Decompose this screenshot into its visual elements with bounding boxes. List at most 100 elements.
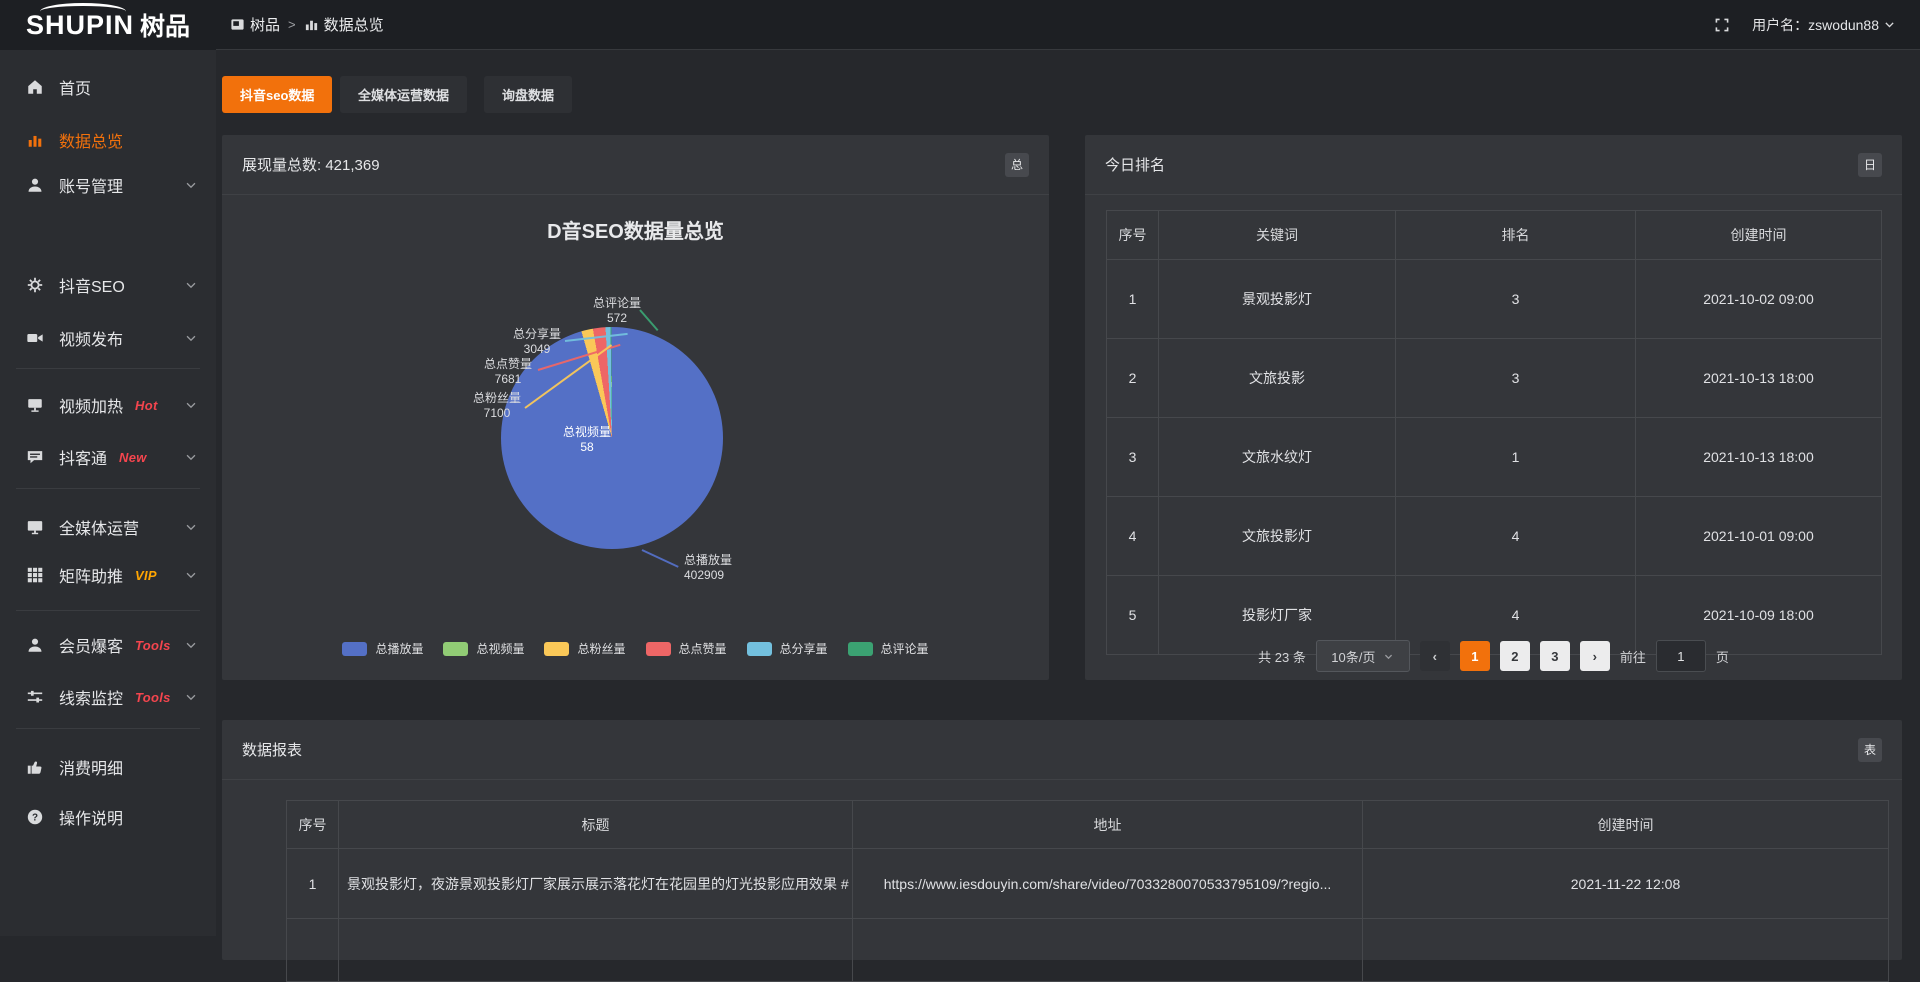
topbar: SHUPIN 树品 树品 > 数据总览 用户名：zswodun88 bbox=[0, 0, 1920, 50]
next-page-button[interactable]: › bbox=[1580, 641, 1610, 671]
sidebar-item-help[interactable]: ? 操作说明 bbox=[0, 797, 216, 837]
legend-item-videos[interactable]: 总视频量 bbox=[443, 640, 524, 657]
monitor-icon bbox=[26, 518, 44, 536]
table-badge-button[interactable]: 表 bbox=[1858, 738, 1882, 762]
sidebar-item-media-operation[interactable]: 全媒体运营 bbox=[0, 507, 216, 547]
sliders-icon bbox=[26, 688, 44, 706]
chevron-down-icon bbox=[184, 331, 198, 345]
sidebar-item-label: 消费明细 bbox=[59, 755, 123, 779]
tab-douyin-seo-data[interactable]: 抖音seo数据 bbox=[222, 76, 332, 113]
sidebar-item-spend-detail[interactable]: 消费明细 bbox=[0, 747, 216, 787]
col-header-time: 创建时间 bbox=[1363, 801, 1889, 849]
sidebar-item-account[interactable]: 账号管理 bbox=[0, 165, 216, 205]
col-header-title: 标题 bbox=[339, 801, 853, 849]
legend-swatch bbox=[342, 642, 367, 656]
goto-page-input[interactable] bbox=[1656, 640, 1706, 672]
tab-media-operation-data[interactable]: 全媒体运营数据 bbox=[340, 76, 467, 113]
cell-time: 2021-10-13 18:00 bbox=[1636, 339, 1882, 418]
thumb-up-icon bbox=[26, 758, 44, 776]
cell-link[interactable]: https://www.iesdouyin.com/share/video/70… bbox=[853, 849, 1363, 919]
sidebar-item-douyin-seo[interactable]: 抖音SEO bbox=[0, 265, 216, 305]
sidebar-item-data-overview[interactable]: 数据总览 bbox=[0, 120, 216, 160]
ranking-panel-header: 今日排名 日 bbox=[1085, 135, 1902, 195]
cell-no: 3 bbox=[1107, 418, 1159, 497]
table-row[interactable]: 1 景观投影灯，夜游景观投影灯厂家展示展示落花灯在花园里的灯光投影应用效果 # … bbox=[287, 849, 1889, 919]
pie-label-value: 3049 bbox=[497, 342, 577, 357]
sidebar-item-douketong[interactable]: 抖客通 New bbox=[0, 437, 216, 477]
page-size-value: 10条/页 bbox=[1331, 647, 1375, 666]
logo-arc bbox=[40, 3, 126, 20]
total-count-label: 共 23 条 bbox=[1258, 647, 1306, 666]
sidebar-item-lead-monitor[interactable]: 线索监控 Tools bbox=[0, 677, 216, 717]
cell-time: 2021-10-02 09:00 bbox=[1636, 260, 1882, 339]
pie-label-videos: 总视频量 58 bbox=[547, 425, 627, 455]
table-row[interactable]: 4 文旅投影灯 4 2021-10-01 09:00 bbox=[1107, 497, 1882, 576]
col-header-rank: 排名 bbox=[1396, 211, 1636, 260]
chevron-down-icon bbox=[184, 690, 198, 704]
pie-chart-title: D音SEO数据量总览 bbox=[222, 215, 1049, 244]
pie-label-likes: 总点赞量 7681 bbox=[468, 357, 548, 387]
col-header-time: 创建时间 bbox=[1636, 211, 1882, 260]
app-square-icon bbox=[230, 17, 245, 32]
legend-swatch bbox=[747, 642, 772, 656]
vip-badge: VIP bbox=[135, 568, 157, 583]
sidebar-item-video-publish[interactable]: 视频发布 bbox=[0, 318, 216, 358]
sidebar-divider bbox=[16, 488, 200, 489]
chevron-down-icon bbox=[1883, 18, 1896, 31]
user-menu[interactable]: 用户名：zswodun88 bbox=[1752, 15, 1896, 35]
legend-swatch bbox=[646, 642, 671, 656]
table-row bbox=[287, 919, 1889, 982]
page-button-3[interactable]: 3 bbox=[1540, 641, 1570, 671]
legend-item-fans[interactable]: 总粉丝量 bbox=[544, 640, 625, 657]
sidebar-divider bbox=[16, 610, 200, 611]
page-button-1[interactable]: 1 bbox=[1460, 641, 1490, 671]
cell-time bbox=[1363, 919, 1889, 982]
day-badge-button[interactable]: 日 bbox=[1858, 153, 1882, 177]
pie-leader-line bbox=[642, 549, 679, 568]
cell-keyword: 文旅投影灯 bbox=[1159, 497, 1396, 576]
chevron-down-icon bbox=[184, 178, 198, 192]
col-header-no: 序号 bbox=[287, 801, 339, 849]
legend-item-comments[interactable]: 总评论量 bbox=[848, 640, 929, 657]
table-row[interactable]: 1 景观投影灯 3 2021-10-02 09:00 bbox=[1107, 260, 1882, 339]
cell-keyword: 文旅水纹灯 bbox=[1159, 418, 1396, 497]
legend-item-plays[interactable]: 总播放量 bbox=[342, 640, 423, 657]
legend-label: 总播放量 bbox=[375, 640, 423, 657]
sidebar-item-matrix-boost[interactable]: 矩阵助推 VIP bbox=[0, 555, 216, 595]
sidebar-item-label: 全媒体运营 bbox=[59, 515, 139, 539]
sidebar-item-label: 抖音SEO bbox=[59, 273, 125, 297]
ranking-table: 序号 关键词 排名 创建时间 1 景观投影灯 3 2021-10-02 09:0… bbox=[1106, 210, 1882, 655]
prev-page-button[interactable]: ‹ bbox=[1420, 641, 1450, 671]
sidebar-item-label: 操作说明 bbox=[59, 805, 123, 829]
pie-label-name: 总粉丝量 bbox=[457, 391, 537, 406]
table-header-row: 序号 标题 地址 创建时间 bbox=[287, 801, 1889, 849]
fullscreen-icon[interactable] bbox=[1714, 17, 1730, 33]
ranking-title: 今日排名 bbox=[1105, 154, 1165, 175]
ranking-panel: 今日排名 日 序号 关键词 排名 创建时间 1 景观投影灯 3 2021-10-… bbox=[1085, 135, 1902, 680]
logo-text-cn: 树品 bbox=[140, 7, 190, 43]
legend-label: 总粉丝量 bbox=[577, 640, 625, 657]
sidebar-item-home[interactable]: 首页 bbox=[0, 67, 216, 107]
cell-no: 4 bbox=[1107, 497, 1159, 576]
sidebar-item-video-heat[interactable]: 视频加热 Hot bbox=[0, 385, 216, 425]
cell-rank: 3 bbox=[1396, 339, 1636, 418]
legend-item-likes[interactable]: 总点赞量 bbox=[646, 640, 727, 657]
table-row[interactable]: 3 文旅水纹灯 1 2021-10-13 18:00 bbox=[1107, 418, 1882, 497]
pie-chart-area: D音SEO数据量总览 总评论量 572 总分享量 3049 总点赞量 7681 … bbox=[222, 135, 1049, 680]
tab-inquiry-data[interactable]: 询盘数据 bbox=[484, 76, 572, 113]
chevron-down-icon bbox=[184, 398, 198, 412]
sidebar-item-member-baoke[interactable]: 会员爆客 Tools bbox=[0, 625, 216, 665]
pie-label-value: 402909 bbox=[684, 568, 774, 583]
cell-keyword: 景观投影灯 bbox=[1159, 260, 1396, 339]
legend-item-shares[interactable]: 总分享量 bbox=[747, 640, 828, 657]
legend-label: 总点赞量 bbox=[679, 640, 727, 657]
chevron-down-icon bbox=[184, 568, 198, 582]
table-row[interactable]: 2 文旅投影 3 2021-10-13 18:00 bbox=[1107, 339, 1882, 418]
page-size-select[interactable]: 10条/页 bbox=[1316, 640, 1410, 672]
video-camera-icon bbox=[26, 329, 44, 347]
cell-time: 2021-10-01 09:00 bbox=[1636, 497, 1882, 576]
breadcrumb-item-home[interactable]: 树品 bbox=[230, 14, 280, 35]
page-button-2[interactable]: 2 bbox=[1500, 641, 1530, 671]
sidebar-item-label: 视频加热 bbox=[59, 393, 123, 417]
breadcrumb-item-current[interactable]: 数据总览 bbox=[304, 14, 384, 35]
